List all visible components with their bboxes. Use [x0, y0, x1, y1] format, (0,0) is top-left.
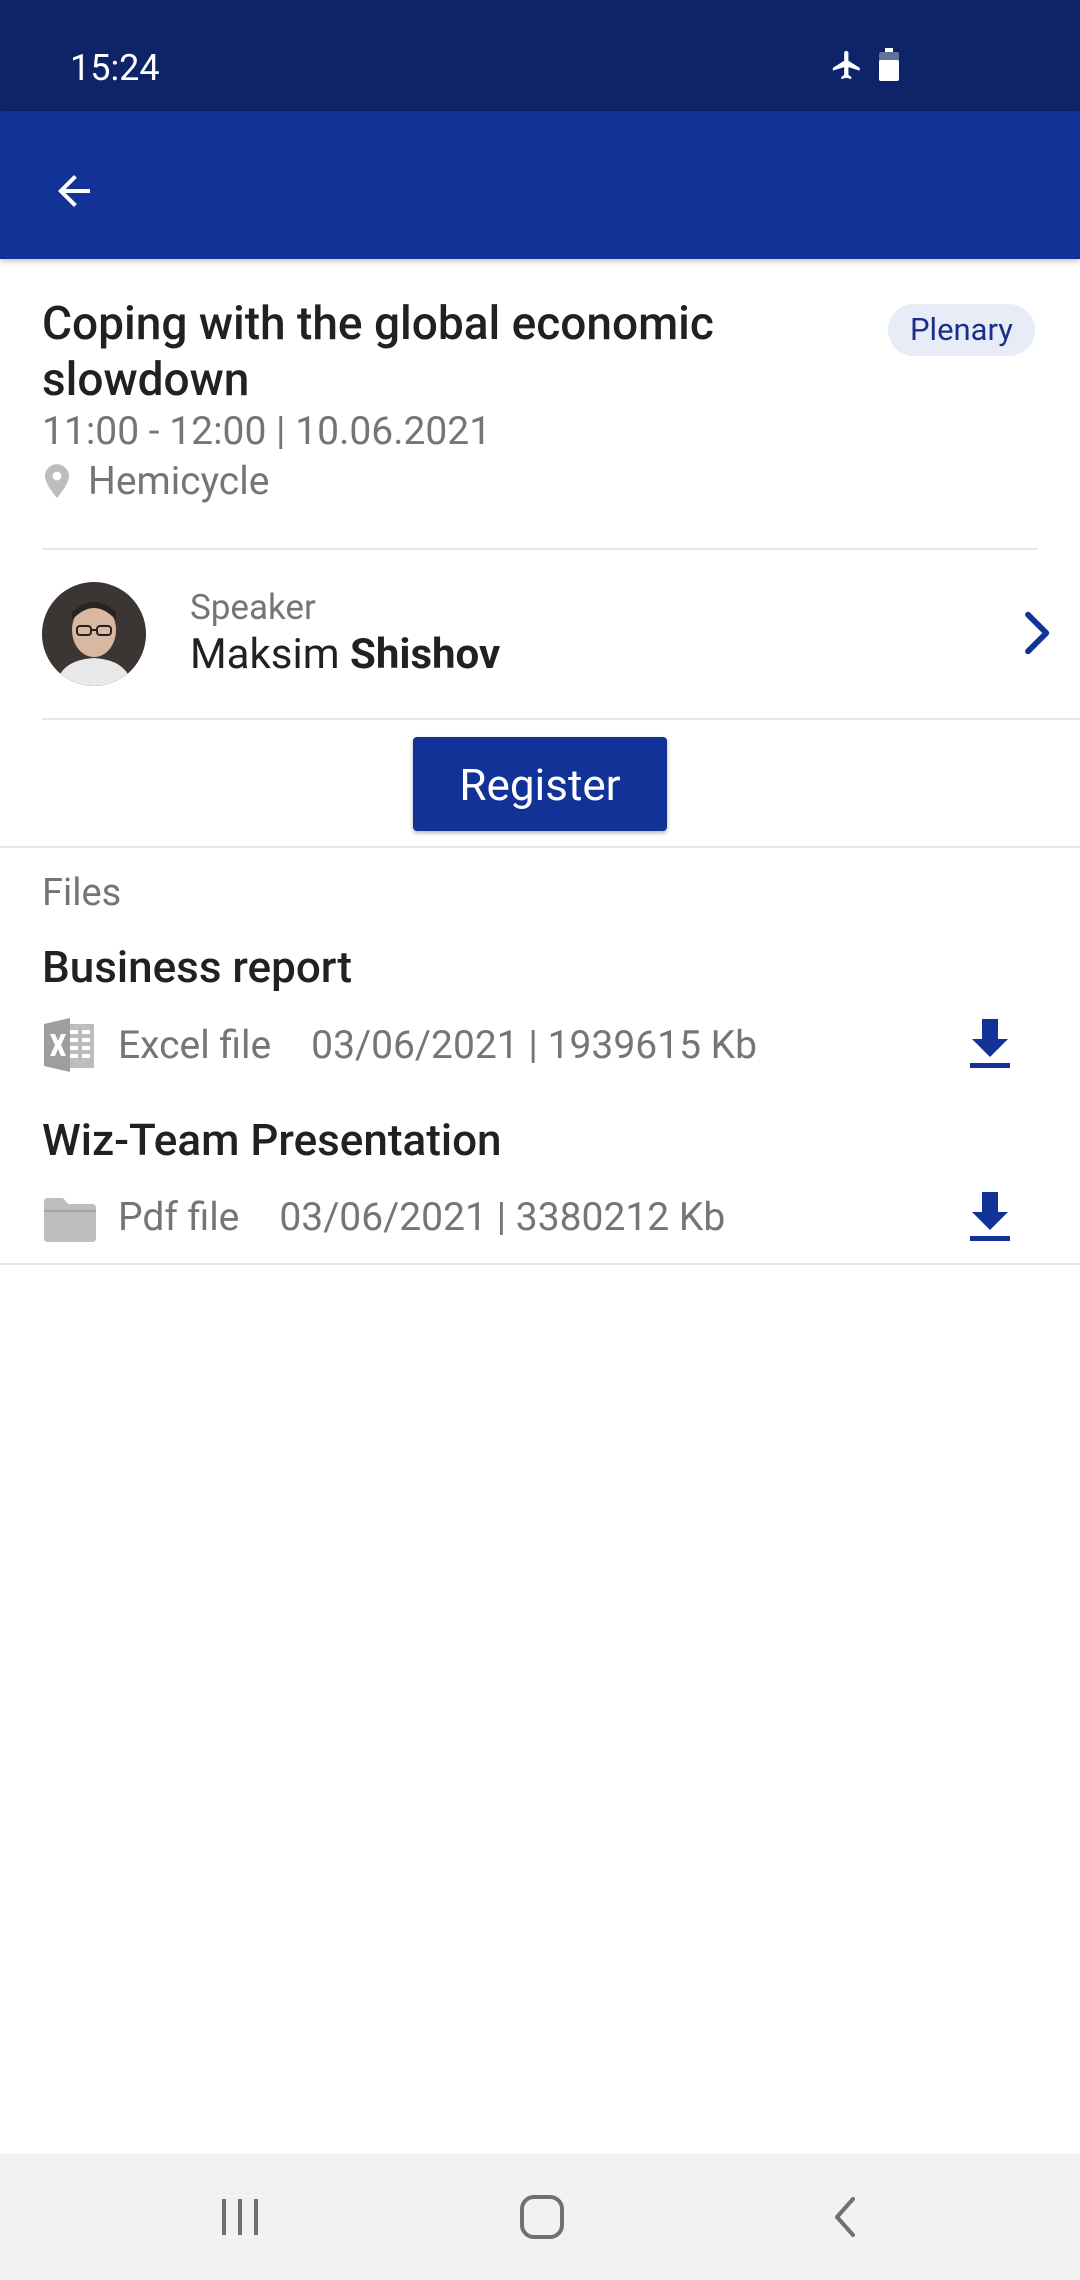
session-type-badge: Plenary: [888, 304, 1035, 356]
download-icon: [970, 1192, 1010, 1241]
register-button[interactable]: Register: [413, 737, 667, 831]
home-button[interactable]: [502, 2182, 582, 2252]
recents-icon: [222, 2199, 258, 2235]
system-nav-bar: [0, 2154, 1080, 2280]
divider: [0, 846, 1080, 848]
arrow-left-icon: [58, 175, 90, 207]
file-type: Pdf file: [118, 1194, 240, 1240]
speaker-role: Speaker: [190, 587, 316, 628]
avatar-portrait: [42, 582, 146, 686]
download-button[interactable]: [960, 1186, 1020, 1246]
back-nav-button[interactable]: [805, 2182, 885, 2252]
battery-icon: [879, 48, 899, 81]
files-section-label: Files: [42, 871, 122, 915]
folder-icon: [44, 1198, 96, 1242]
home-icon: [520, 2195, 564, 2239]
file-title: Business report: [42, 941, 353, 993]
session-location: Hemicycle: [42, 456, 269, 506]
airplane-icon: [832, 50, 860, 80]
avatar: [42, 582, 146, 686]
back-button[interactable]: [32, 149, 116, 233]
file-title: Wiz-Team Presentation: [42, 1114, 502, 1166]
app-bar: [0, 111, 1080, 259]
divider: [0, 1263, 1080, 1265]
recents-button[interactable]: [200, 2182, 280, 2252]
speaker-name: Maksim Shishov: [190, 628, 500, 682]
speaker-first-name: Maksim: [190, 630, 340, 679]
session-title: Coping with the global economic slowdown: [42, 297, 714, 407]
status-icons: [830, 48, 900, 82]
speaker-row[interactable]: Speaker Maksim Shishov: [0, 550, 1080, 716]
back-icon: [835, 2197, 855, 2237]
file-details: 03/06/2021 | 3380212 Kb: [279, 1194, 726, 1240]
excel-file-icon: [44, 1018, 94, 1072]
download-icon: [970, 1019, 1010, 1068]
chevron-right-icon: [1025, 611, 1050, 655]
download-button[interactable]: [960, 1013, 1020, 1073]
status-bar: 15:24: [0, 0, 1080, 111]
speaker-last-name: Shishov: [349, 630, 501, 679]
location-pin-icon: [45, 464, 69, 498]
file-type: Excel file: [118, 1022, 272, 1068]
file-details: 03/06/2021 | 1939615 Kb: [311, 1022, 758, 1068]
location-label: Hemicycle: [88, 458, 270, 504]
file-meta-row: Pdf file 03/06/2021 | 3380212 Kb: [42, 1190, 725, 1244]
file-meta-row: Excel file 03/06/2021 | 1939615 Kb: [42, 1018, 757, 1072]
divider: [42, 718, 1080, 720]
session-time: 11:00 - 12:00 | 10.06.2021: [42, 408, 492, 454]
status-time: 15:24: [70, 47, 160, 89]
